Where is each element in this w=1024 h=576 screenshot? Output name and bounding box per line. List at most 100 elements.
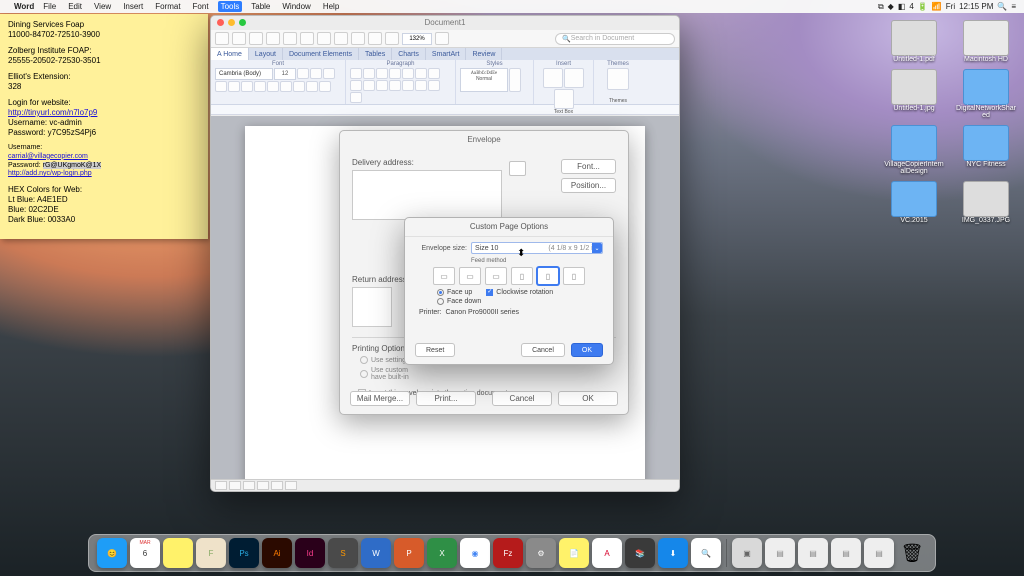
underline-button[interactable] [254,81,266,92]
dock-word[interactable]: W [361,538,391,568]
view-publish[interactable] [243,481,255,490]
feed-icon-1[interactable]: ▭ [433,267,455,285]
menu-edit[interactable]: Edit [65,1,85,12]
desktop-icon-digitalnetworkshared[interactable]: DigitalNetworkShared [956,69,1016,119]
close-icon[interactable] [217,19,224,26]
menu-window[interactable]: Window [279,1,313,12]
app-name[interactable]: Word [14,2,34,11]
shading[interactable] [428,80,440,91]
save-button[interactable] [215,32,229,45]
dock-photoshop[interactable]: Ps [229,538,259,568]
bullets[interactable] [350,68,362,79]
dock-doc4[interactable]: ▤ [864,538,894,568]
clear-fmt[interactable] [215,81,227,92]
sub-button[interactable] [280,81,292,92]
env-cancel-button[interactable]: Cancel [492,391,552,406]
caps[interactable] [323,68,335,79]
word-titlebar[interactable]: Document1 [211,16,679,30]
strike-button[interactable] [267,81,279,92]
dock-dropbox[interactable]: ⬇ [658,538,688,568]
sticky-u2-url[interactable]: http://add.nyc/wp-login.php [8,170,92,177]
face-down-radio[interactable]: Face down [437,298,603,305]
ltr[interactable] [415,68,427,79]
menubar-extra-3[interactable]: 4 [909,2,913,11]
notification-center-icon[interactable]: ≡ [1011,2,1016,11]
indent-dec[interactable] [389,68,401,79]
dock-acrobat[interactable]: A [592,538,622,568]
tab-tables[interactable]: Tables [359,48,392,60]
dock-excel[interactable]: X [427,538,457,568]
help-button[interactable] [435,32,449,45]
view-focus[interactable] [271,481,283,490]
dock-finder[interactable]: 😊 [97,538,127,568]
tb10[interactable] [368,32,382,45]
menu-table[interactable]: Table [248,1,273,12]
grow-font[interactable] [297,68,309,79]
desktop-icon-img_0337-jpg[interactable]: IMG_0337.JPG [956,181,1016,224]
tab-review[interactable]: Review [466,48,502,60]
view-notebook[interactable] [257,481,269,490]
view-print[interactable] [215,481,227,490]
italic-button[interactable] [241,81,253,92]
dock-stickies[interactable] [163,538,193,568]
position-button[interactable]: Position... [561,178,616,193]
view-draft[interactable] [285,481,297,490]
spacing[interactable] [415,80,427,91]
face-up-radio[interactable]: Face up [437,289,472,296]
ok-button[interactable]: OK [571,343,603,357]
feed-icon-3[interactable]: ▭ [485,267,507,285]
feed-icon-6[interactable]: ▯ [563,267,585,285]
tb8[interactable] [334,32,348,45]
align-c[interactable] [376,80,388,91]
menubar-extra-1[interactable]: ◆ [888,2,894,11]
cancel-button[interactable]: Cancel [521,343,565,357]
align-l[interactable] [363,80,375,91]
align-r[interactable] [389,80,401,91]
sup-button[interactable] [293,81,305,92]
dock-notes[interactable]: 📄 [559,538,589,568]
pilcrow[interactable] [350,80,362,91]
numbers[interactable] [363,68,375,79]
print-button[interactable] [266,32,280,45]
feed-icon-5[interactable]: ▯ [537,267,559,285]
tb11[interactable] [385,32,399,45]
menu-insert[interactable]: Insert [120,1,146,12]
tb6[interactable] [300,32,314,45]
reset-button[interactable]: Reset [415,343,455,357]
font-button[interactable]: Font... [561,159,616,174]
desktop-icon-villagecopierinternaldesign[interactable]: VillageCopierInternalDesign [884,125,944,175]
sticky-login-url[interactable]: http://tinyurl.com/n7lo7p9 [8,108,97,117]
mail-merge-button[interactable]: Mail Merge... [350,391,410,406]
return-textarea[interactable] [352,287,392,327]
dock-automator[interactable]: ⚙ [526,538,556,568]
menu-view[interactable]: View [91,1,114,12]
themes-button[interactable] [607,68,629,90]
battery-icon[interactable]: 🔋 [918,2,928,11]
clock-time[interactable]: 12:15 PM [959,2,993,11]
env-ok-button[interactable]: OK [558,391,618,406]
sort[interactable] [428,68,440,79]
multilevel[interactable] [376,68,388,79]
tab-charts[interactable]: Charts [392,48,426,60]
use-custom-radio[interactable]: Use customhave built-in [360,367,616,381]
feed-icon-4[interactable]: ▯ [511,267,533,285]
shape-button[interactable] [564,68,584,88]
sticky-u2-email[interactable]: carrial@villagecopier.com [8,153,88,160]
menu-font[interactable]: Font [190,1,212,12]
highlight-button[interactable] [306,81,318,92]
dock-books[interactable]: 📚 [625,538,655,568]
dock-illustrator[interactable]: Ai [262,538,292,568]
tab-document-elements[interactable]: Document Elements [283,48,359,60]
dock-doc2[interactable]: ▤ [798,538,828,568]
zoom-value[interactable]: 132% [402,33,432,45]
ruler[interactable] [211,105,679,115]
borders[interactable] [350,92,362,103]
menu-tools[interactable]: Tools [218,1,243,12]
desktop-icon-macintosh-hd[interactable]: Macintosh HD [956,20,1016,63]
menu-help[interactable]: Help [320,1,342,12]
desktop-icon-nyc-fitness[interactable]: NYC Fitness [956,125,1016,175]
trash-icon[interactable]: 🗑 [897,538,927,568]
desktop-icon-vc-2015[interactable]: VC.2015 [884,181,944,224]
color-button[interactable] [319,81,331,92]
address-book-button[interactable] [509,161,526,176]
